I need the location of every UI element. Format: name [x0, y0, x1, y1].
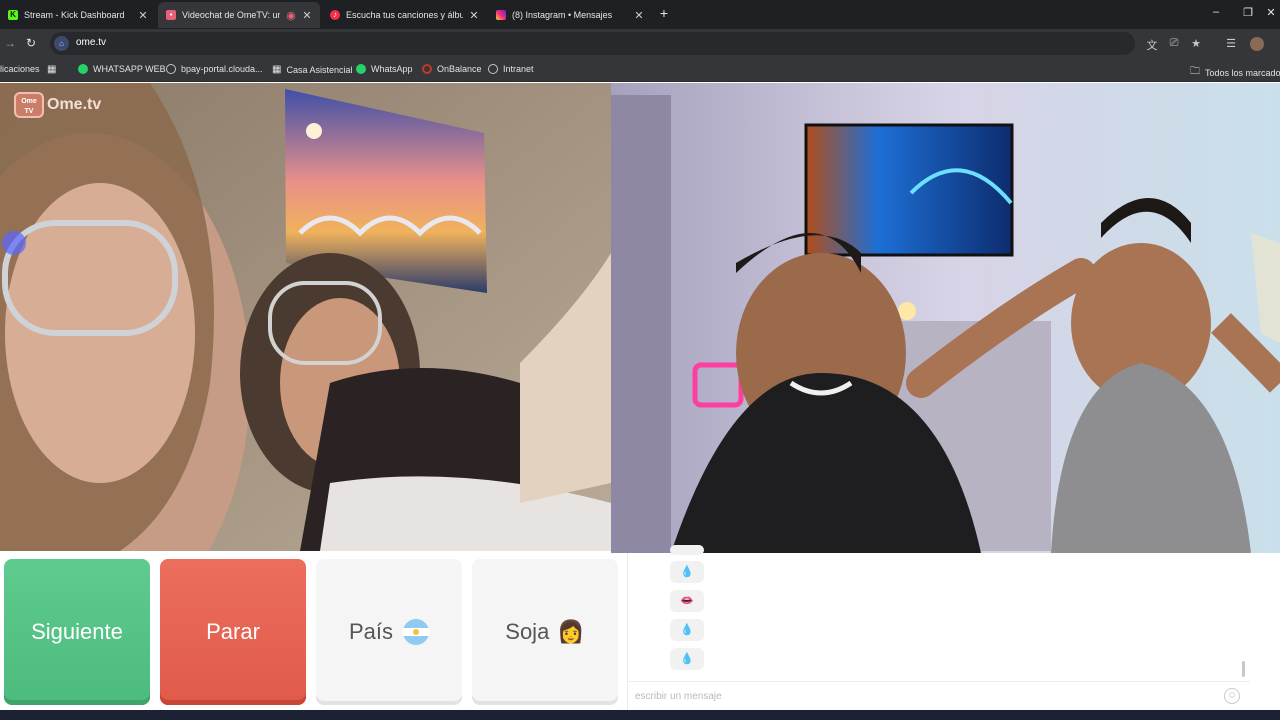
whatsapp-icon — [78, 64, 88, 74]
argentina-flag-icon — [403, 619, 430, 645]
apps-grid-icon[interactable]: ▦ — [47, 64, 56, 75]
minimize-icon[interactable]: – — [1209, 6, 1223, 18]
chat-message: 💧 — [670, 619, 704, 641]
close-icon[interactable]: ✕ — [634, 9, 644, 22]
stop-button[interactable]: Parar — [160, 559, 306, 705]
os-taskbar — [0, 710, 1280, 720]
cast-icon[interactable]: ⎚ — [1167, 37, 1181, 50]
next-button-label: Siguiente — [31, 619, 123, 644]
tab-instagram[interactable]: (8) Instagram • Mensajes ✕ — [488, 2, 652, 28]
close-window-icon[interactable]: ✕ — [1264, 6, 1278, 19]
bookmark-onbalance[interactable]: OnBalance — [422, 64, 482, 74]
bookmark-label: Intranet — [503, 64, 534, 74]
folder-icon: 🗀 — [1190, 66, 1200, 77]
all-bookmarks-folder[interactable]: 🗀 Todos los marcadores — [1190, 64, 1280, 81]
restore-icon[interactable]: ❐ — [1241, 6, 1255, 19]
tab-ometv[interactable]: ▪ Videochat de OmeTV: una al ◉ ✕ — [158, 2, 320, 28]
logo-badge: Ome TV — [14, 92, 44, 118]
site-info-icon[interactable]: ⌂ — [54, 36, 69, 51]
next-button[interactable]: Siguiente — [4, 559, 150, 705]
stop-button-label: Parar — [206, 619, 260, 644]
close-icon[interactable]: ✕ — [469, 9, 479, 22]
ometv-logo: Ome TV Ome.tv — [14, 92, 101, 118]
ometv-icon: ▪ — [166, 10, 176, 20]
bookmark-whatsapp[interactable]: WhatsApp — [356, 64, 413, 74]
chat-message: 👄 — [670, 590, 704, 612]
close-icon[interactable]: ✕ — [302, 9, 312, 22]
chat-message: 💧 — [670, 648, 704, 670]
woman-icon: 👩 — [557, 619, 585, 644]
avatar[interactable] — [1250, 37, 1264, 51]
close-icon[interactable]: ✕ — [138, 9, 148, 22]
chat-scrollbar[interactable] — [1242, 661, 1245, 677]
chat-input-area: ☺ — [628, 681, 1250, 710]
self-video-frame — [611, 83, 1280, 553]
bookmark-label: Casa Asistencial — [286, 64, 353, 75]
bookmark-label: bpay-portal.clouda... — [181, 64, 263, 74]
bookmarks-bar: licaciones ▦ WHATSAPP WEB bpay-portal.cl… — [0, 58, 1280, 82]
tab-title: Videochat de OmeTV: una al — [182, 10, 280, 20]
gender-selector-button[interactable]: Soja 👩 — [472, 559, 618, 705]
browser-tab-strip: K Stream - Kick Dashboard ✕ ▪ Videochat … — [0, 0, 1280, 29]
tab-music[interactable]: ♪ Escucha tus canciones y álbumes ✕ — [322, 2, 487, 28]
instagram-icon — [496, 10, 506, 20]
bookmark-bpay-portal[interactable]: bpay-portal.clouda... — [166, 64, 263, 74]
onbalance-icon — [422, 64, 432, 74]
tab-title: Stream - Kick Dashboard — [24, 10, 125, 20]
extensions-icon[interactable]: ☰ — [1224, 37, 1238, 50]
country-button-label: País — [348, 619, 394, 644]
chat-message: 💧 — [670, 561, 704, 583]
tab-title: Escucha tus canciones y álbumes — [346, 10, 463, 20]
bookmark-whatsapp-web[interactable]: WHATSAPP WEB — [78, 64, 166, 74]
emoji-picker-icon[interactable]: ☺ — [1224, 688, 1240, 704]
translate-icon[interactable]: 文 — [1145, 37, 1159, 53]
self-video — [611, 83, 1280, 553]
forward-icon[interactable]: → — [4, 36, 16, 50]
tab-title: (8) Instagram • Mensajes — [512, 10, 613, 20]
kick-icon: K — [8, 10, 18, 20]
url-text: ome.tv — [76, 37, 107, 48]
country-selector-button[interactable]: País — [316, 559, 462, 705]
stranger-video — [0, 83, 611, 551]
omnibox[interactable]: ⌂ ome.tv — [50, 32, 1135, 55]
reload-icon[interactable]: ↻ — [26, 36, 36, 50]
bookmark-label: Todos los marcadores — [1205, 67, 1280, 78]
globe-icon — [166, 64, 176, 74]
chat-panel: 💧 👄 💧 💧 ☺ — [627, 545, 1250, 710]
bookmark-label: WHATSAPP WEB — [93, 64, 166, 74]
whatsapp-icon — [356, 64, 366, 74]
logo-text: Ome.tv — [47, 96, 102, 113]
tab-kick-dashboard[interactable]: K Stream - Kick Dashboard ✕ — [0, 2, 156, 28]
bookmark-label: OnBalance — [437, 64, 482, 74]
bookmark-aplicaciones[interactable]: licaciones — [0, 64, 40, 74]
chat-message-input[interactable] — [635, 688, 1195, 704]
address-bar-row: → ↻ ⌂ ome.tv 文 ⎚ ★ ☰ — [0, 29, 1280, 58]
bookmark-intranet[interactable]: Intranet — [488, 64, 534, 74]
gender-button-label: Soja — [505, 619, 550, 644]
music-icon: ♪ — [330, 10, 340, 20]
bookmark-star-icon[interactable]: ★ — [1189, 37, 1203, 50]
globe-icon — [488, 64, 498, 74]
chat-message-partial — [670, 545, 704, 555]
recording-icon: ◉ — [286, 9, 296, 22]
bookmark-label: WhatsApp — [371, 64, 413, 74]
new-tab-button[interactable]: + — [656, 5, 672, 21]
stranger-video-frame — [0, 83, 611, 551]
bookmark-label: licaciones — [0, 64, 40, 74]
grid-icon: ▦ — [272, 64, 282, 75]
bookmark-casa-asistencial[interactable]: ▦ Casa Asistencial — [272, 64, 353, 75]
